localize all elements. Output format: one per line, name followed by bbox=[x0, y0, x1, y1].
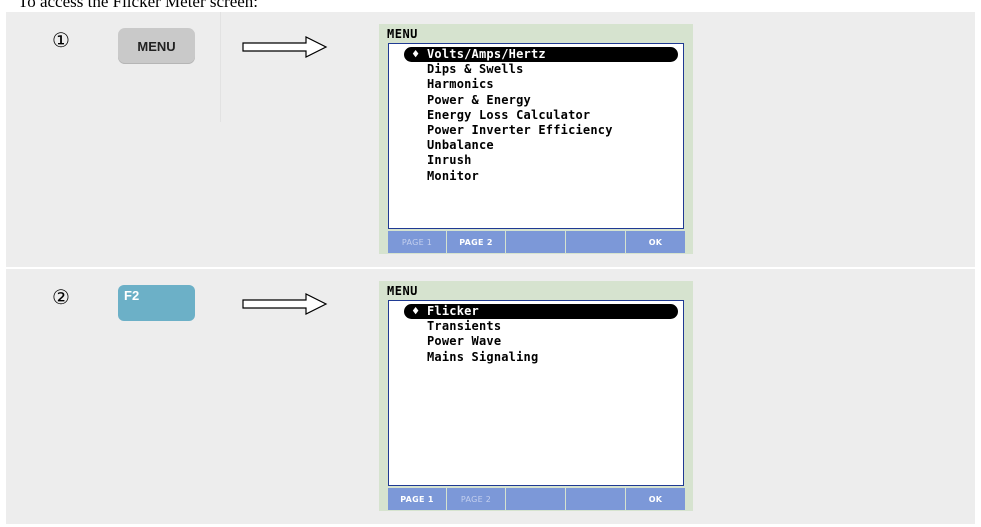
softkey-bar: PAGE 1 PAGE 2 OK bbox=[388, 488, 685, 510]
menu-list-box: ♦ Flicker Transients Power Wave Mains Sig… bbox=[388, 300, 684, 486]
step-number: ② bbox=[52, 285, 70, 309]
screen-title: MENU bbox=[387, 284, 418, 298]
step-panel-1: ① MENU MENU ♦ Volts/Amps/Hertz Dips & Swe… bbox=[6, 12, 975, 267]
menu-item-monitor[interactable]: Monitor bbox=[389, 169, 683, 184]
menu-item-harmonics[interactable]: Harmonics bbox=[389, 77, 683, 92]
softkey-page-2[interactable]: PAGE 2 bbox=[447, 231, 505, 253]
up-down-arrow-icon: ♦ bbox=[412, 47, 420, 61]
menu-item-flicker[interactable]: ♦ Flicker bbox=[404, 304, 678, 320]
step-panel-2: ② F2 MENU ♦ Flicker Transients Power Wave… bbox=[6, 269, 975, 524]
menu-item-label: Flicker bbox=[427, 304, 479, 318]
f2-key-button[interactable]: F2 bbox=[118, 285, 195, 321]
menu-item-power-inverter-efficiency[interactable]: Power Inverter Efficiency bbox=[389, 123, 683, 138]
right-arrow-icon bbox=[242, 36, 328, 58]
right-arrow-icon bbox=[242, 293, 328, 315]
softkey-ok[interactable]: OK bbox=[626, 488, 685, 510]
instrument-screen: MENU ♦ Volts/Amps/Hertz Dips & Swells Har… bbox=[379, 24, 693, 254]
softkey-f4[interactable] bbox=[566, 488, 625, 510]
menu-item-energy-loss-calculator[interactable]: Energy Loss Calculator bbox=[389, 108, 683, 123]
up-down-arrow-icon: ♦ bbox=[412, 304, 420, 318]
menu-item-label: Volts/Amps/Hertz bbox=[427, 47, 546, 61]
menu-item-inrush[interactable]: Inrush bbox=[389, 153, 683, 168]
menu-list: ♦ Volts/Amps/Hertz Dips & Swells Harmonic… bbox=[389, 44, 683, 184]
menu-item-volts-amps-hertz[interactable]: ♦ Volts/Amps/Hertz bbox=[404, 47, 678, 63]
softkey-f4[interactable] bbox=[566, 231, 625, 253]
menu-list-box: ♦ Volts/Amps/Hertz Dips & Swells Harmonic… bbox=[388, 43, 684, 229]
softkey-page-1[interactable]: PAGE 1 bbox=[388, 231, 446, 253]
step-number: ① bbox=[52, 28, 70, 52]
divider bbox=[220, 12, 221, 122]
menu-item-power-wave[interactable]: Power Wave bbox=[389, 334, 683, 349]
softkey-f3[interactable] bbox=[506, 231, 565, 253]
menu-item-power-energy[interactable]: Power & Energy bbox=[389, 93, 683, 108]
menu-key-button[interactable]: MENU bbox=[118, 28, 195, 64]
softkey-page-2[interactable]: PAGE 2 bbox=[447, 488, 505, 510]
screen-title: MENU bbox=[387, 27, 418, 41]
menu-item-mains-signaling[interactable]: Mains Signaling bbox=[389, 350, 683, 365]
softkey-ok[interactable]: OK bbox=[626, 231, 685, 253]
menu-item-transients[interactable]: Transients bbox=[389, 319, 683, 334]
softkey-page-1[interactable]: PAGE 1 bbox=[388, 488, 446, 510]
softkey-f3[interactable] bbox=[506, 488, 565, 510]
softkey-bar: PAGE 1 PAGE 2 OK bbox=[388, 231, 685, 253]
menu-list: ♦ Flicker Transients Power Wave Mains Sig… bbox=[389, 301, 683, 365]
menu-item-dips-swells[interactable]: Dips & Swells bbox=[389, 62, 683, 77]
instrument-screen: MENU ♦ Flicker Transients Power Wave Main… bbox=[379, 281, 693, 511]
intro-text: To access the Flicker Meter screen: bbox=[18, 0, 259, 11]
menu-item-unbalance[interactable]: Unbalance bbox=[389, 138, 683, 153]
